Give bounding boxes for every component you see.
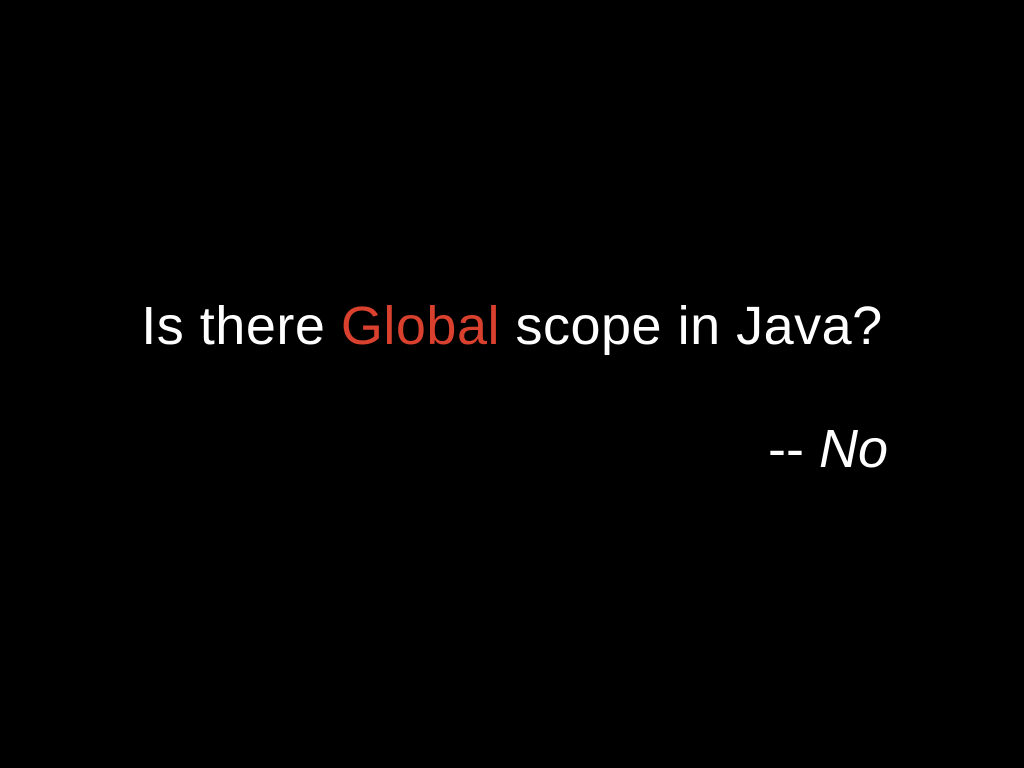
question-highlight-word: Global bbox=[340, 296, 500, 356]
answer-word: No bbox=[818, 419, 888, 479]
slide: Is there Global scope in Java? -- No bbox=[0, 0, 1024, 768]
question-text-before: Is there bbox=[141, 296, 341, 356]
question-text-after: scope in Java? bbox=[499, 296, 883, 356]
question-heading: Is there Global scope in Java? bbox=[0, 290, 1024, 362]
answer-text: -- No bbox=[768, 413, 888, 485]
answer-dash: -- bbox=[768, 419, 819, 479]
